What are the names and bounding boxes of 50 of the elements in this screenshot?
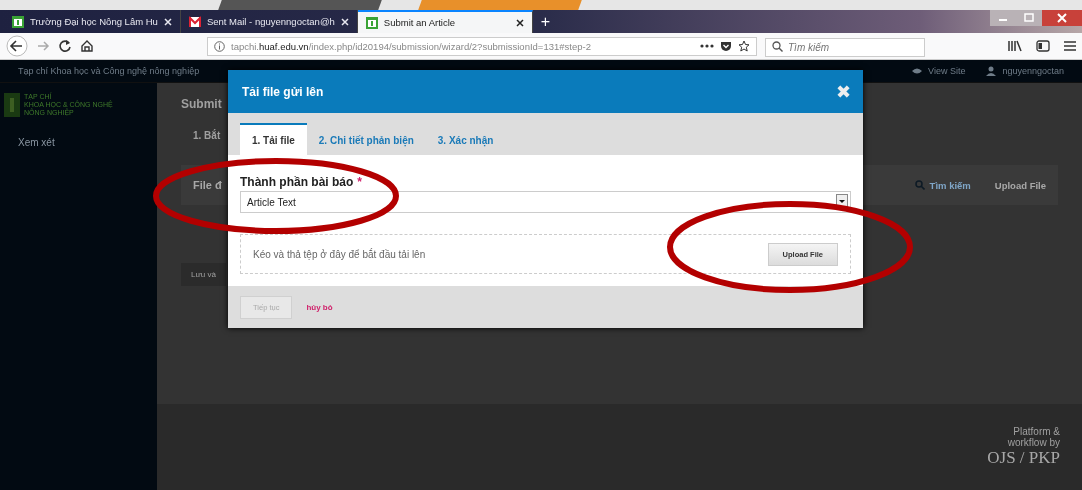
footer-logo[interactable]: OJS / PKP bbox=[987, 448, 1060, 468]
drop-zone-text: Kéo và thả tệp ở đây để bắt đầu tải lên bbox=[253, 248, 426, 260]
search-icon bbox=[772, 40, 783, 52]
panel-link[interactable]: Tìm kiếm bbox=[914, 179, 971, 191]
dialog-tab[interactable]: 2. Chi tiết phản biện bbox=[306, 125, 426, 155]
close-button[interactable]: ✖ bbox=[836, 80, 851, 103]
url-text: tapchi.huaf.edu.vn/index.php/id20194/submission/wizard/2?submissionId=131#step-2 bbox=[231, 40, 592, 52]
menu-icon[interactable] bbox=[1064, 41, 1076, 51]
logo-icon bbox=[4, 93, 20, 117]
search-icon bbox=[914, 180, 925, 190]
panel-link[interactable]: Upload File bbox=[994, 179, 1046, 191]
star-icon[interactable] bbox=[738, 40, 750, 52]
tab-title: Submit an Article bbox=[383, 17, 457, 28]
home-icon[interactable] bbox=[80, 39, 94, 53]
search-field[interactable]: Tìm kiếm bbox=[765, 37, 925, 57]
pocket-icon[interactable] bbox=[720, 40, 732, 52]
site-icon bbox=[365, 16, 378, 29]
back-icon[interactable] bbox=[6, 35, 28, 57]
dialog-title: Tải file gửi lên bbox=[242, 84, 324, 99]
save-button[interactable]: Lưu và bbox=[181, 263, 226, 286]
header-link[interactable]: nguyenngoctan bbox=[1002, 66, 1064, 76]
dialog-tab[interactable]: 3. Xác nhận bbox=[425, 125, 506, 155]
page-heading: Submit bbox=[181, 97, 222, 111]
eye-icon bbox=[911, 66, 924, 76]
sidebar-icon[interactable] bbox=[1036, 40, 1050, 52]
component-select[interactable]: Article Text bbox=[240, 191, 851, 213]
field-label: Thành phần bài báo bbox=[240, 175, 354, 189]
required-mark: * bbox=[357, 175, 362, 189]
site-icon bbox=[12, 15, 24, 28]
close-icon[interactable] bbox=[515, 18, 524, 27]
dropdown-icon bbox=[836, 194, 848, 208]
reload-icon[interactable] bbox=[58, 39, 72, 53]
journal-title[interactable]: Tạp chí Khoa học và Công nghệ nông nghiệp bbox=[18, 66, 200, 76]
mail-icon bbox=[188, 15, 201, 28]
library-icon[interactable] bbox=[1008, 40, 1022, 52]
more-icon[interactable] bbox=[700, 44, 714, 48]
tab-title: Sent Mail - nguyenngoctan@h bbox=[206, 16, 335, 27]
footer-text: Platform & workflow by bbox=[1006, 426, 1060, 448]
panel-title: File đ bbox=[193, 179, 222, 191]
info-icon bbox=[214, 40, 225, 52]
address-bar[interactable]: tapchi.huaf.edu.vn/index.php/id20194/submission/wizard/2?submissionId=131#step-2 bbox=[207, 36, 757, 56]
browser-tab[interactable]: Submit an Article bbox=[357, 10, 533, 33]
user-icon bbox=[985, 66, 998, 76]
new-tab-button[interactable]: + bbox=[532, 10, 559, 33]
sidebar-item[interactable]: Xem xét bbox=[18, 137, 153, 148]
tab-title: Trường Đại học Nông Lâm Hu bbox=[30, 16, 158, 27]
header-link[interactable]: View Site bbox=[928, 66, 966, 76]
step-tab[interactable]: 1. Bắt bbox=[193, 130, 221, 141]
cancel-link[interactable]: hủy bỏ bbox=[306, 302, 333, 312]
dialog-tab[interactable]: 1. Tải file bbox=[240, 123, 307, 155]
